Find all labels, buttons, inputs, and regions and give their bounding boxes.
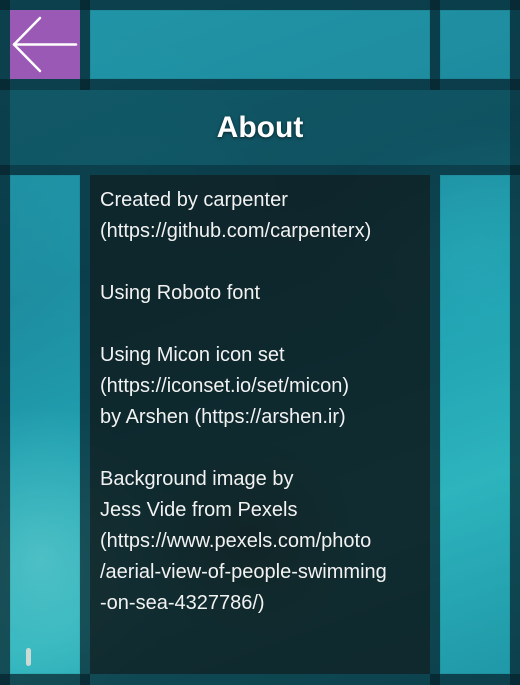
gutter (0, 0, 10, 685)
gutter (0, 165, 520, 175)
arrow-left-icon (12, 16, 78, 73)
gutter (0, 79, 520, 90)
back-button[interactable] (10, 10, 80, 79)
about-content-panel: Created by carpenter (https://github.com… (90, 175, 430, 674)
gutter (430, 175, 440, 685)
top-right-tile (440, 10, 510, 79)
swimmer-figure (26, 648, 31, 666)
icon-set-paragraph: Using Micon icon set (https://iconset.io… (100, 344, 349, 428)
header-bar: About (10, 90, 510, 165)
gutter (430, 0, 440, 90)
gutter (80, 0, 90, 90)
gutter (510, 0, 520, 685)
page-title: About (216, 110, 304, 144)
left-side-tile (10, 175, 80, 674)
right-side-tile (440, 175, 510, 674)
credits-paragraph: Created by carpenter (https://github.com… (100, 189, 372, 242)
top-center-tile (90, 10, 430, 79)
gutter (0, 674, 520, 685)
background-credit-paragraph: Background image by Jess Vide from Pexel… (100, 468, 387, 614)
gutter (0, 0, 520, 10)
font-paragraph: Using Roboto font (100, 282, 261, 304)
gutter (80, 175, 90, 685)
